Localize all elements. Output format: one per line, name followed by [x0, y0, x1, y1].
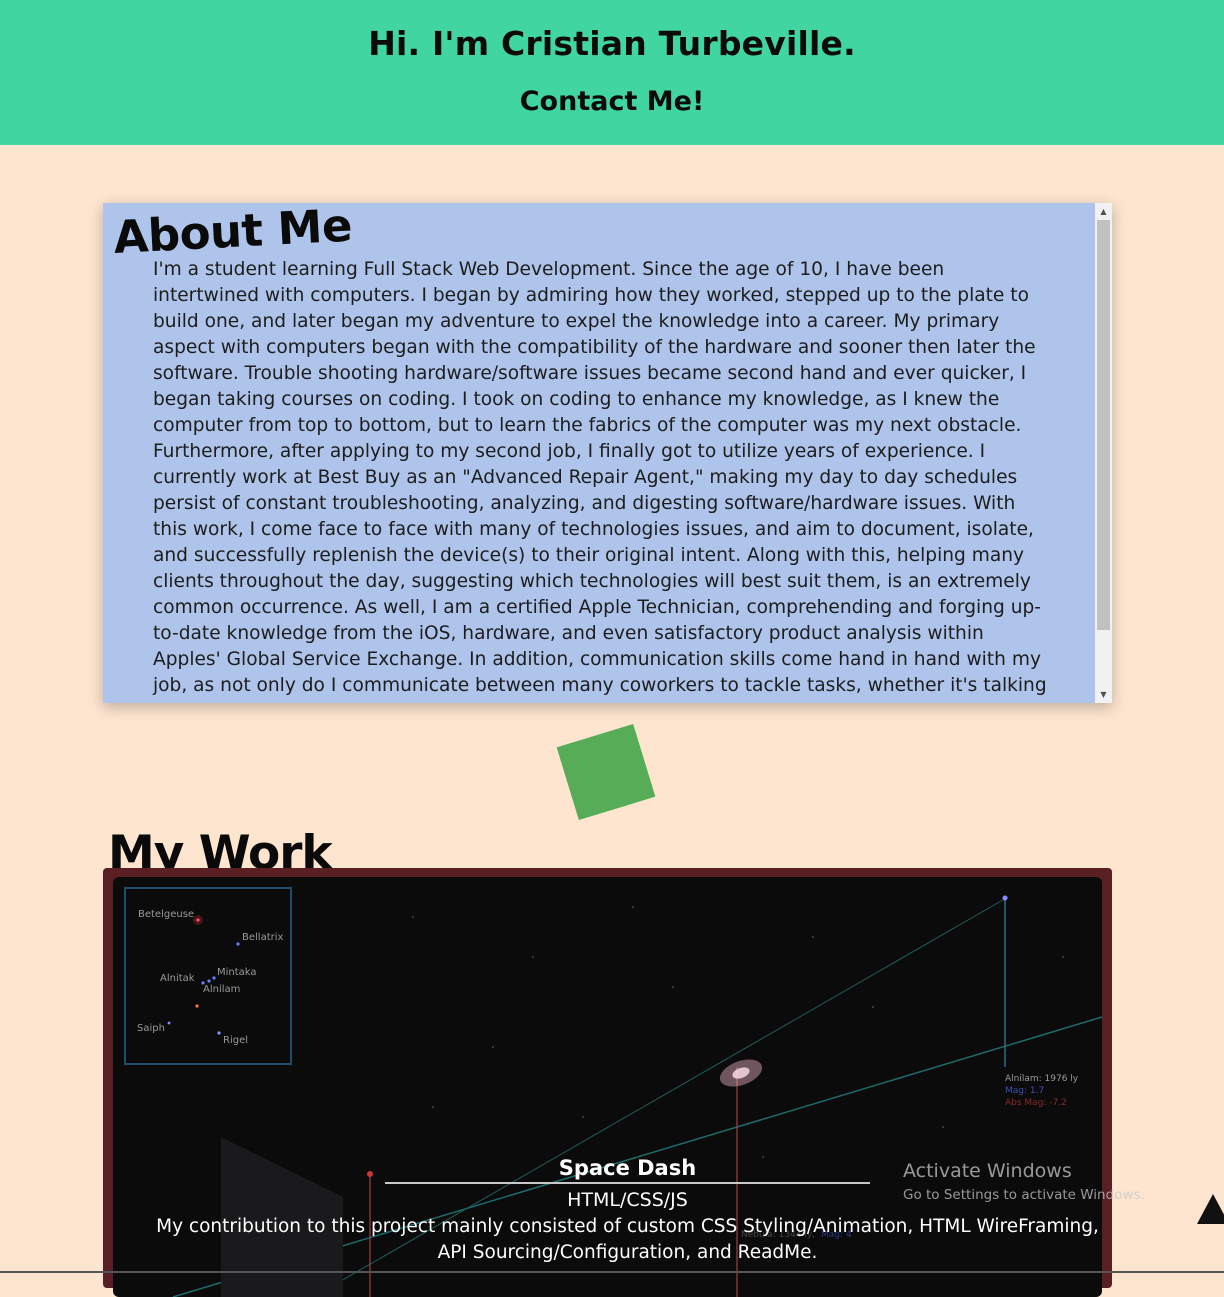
scroll-thumb[interactable]: [1097, 220, 1110, 630]
project-tech: HTML/CSS/JS: [567, 1189, 688, 1211]
label-mintaka: Mintaka: [217, 967, 257, 978]
label-saiph: Saiph: [137, 1023, 165, 1034]
star-marker: [1002, 895, 1008, 901]
label-alnitak: Alnitak: [160, 973, 195, 984]
star-saiph: [167, 1021, 171, 1025]
about-heading: About Me: [112, 203, 354, 264]
activate-windows-title: Activate Windows: [903, 1160, 1072, 1182]
star-mintaka: [212, 976, 216, 980]
contact-link[interactable]: Contact Me!: [0, 86, 1224, 117]
star-bellatrix: [236, 942, 240, 946]
label-mag: Mag: 1.7: [1005, 1086, 1045, 1096]
star-marker: [367, 1171, 373, 1177]
label-abs-mag: Abs Mag: -7.2: [1005, 1098, 1067, 1108]
star-nebula: [195, 1004, 199, 1008]
decorative-square: [556, 723, 656, 821]
star-betelgeuse: [196, 918, 200, 922]
label-alnilam: Alnilam: [203, 984, 241, 995]
star-rigel: [217, 1031, 221, 1035]
page-title: Hi. I'm Cristian Turbeville.: [368, 24, 856, 63]
site-header: Hi. I'm Cristian Turbeville. Contact Me!: [0, 0, 1224, 145]
star-alnilam: [207, 979, 211, 983]
label-alnilam-distance: Alnilam: 1976 ly: [1005, 1074, 1079, 1084]
chevron-down-icon[interactable]: ▼: [1095, 686, 1112, 703]
label-rigel: Rigel: [223, 1035, 249, 1046]
label-bellatrix: Bellatrix: [242, 932, 284, 943]
project-description: My contribution to this project mainly c…: [156, 1216, 1099, 1263]
activate-windows-subtitle: Go to Settings to activate Windows.: [903, 1187, 1145, 1203]
about-scrollbar[interactable]: ▲ ▼: [1095, 203, 1112, 703]
background-stars: [412, 906, 1064, 1158]
chevron-up-icon[interactable]: ▲: [1095, 203, 1112, 220]
about-text: I'm a student learning Full Stack Web De…: [153, 259, 1047, 703]
about-card[interactable]: About Me I'm a student learning Full Sta…: [103, 203, 1112, 703]
project-title[interactable]: Space Dash: [385, 1156, 870, 1184]
triangle-up-icon[interactable]: [1197, 1194, 1224, 1224]
label-betelgeuse: Betelgeuse: [138, 909, 195, 920]
